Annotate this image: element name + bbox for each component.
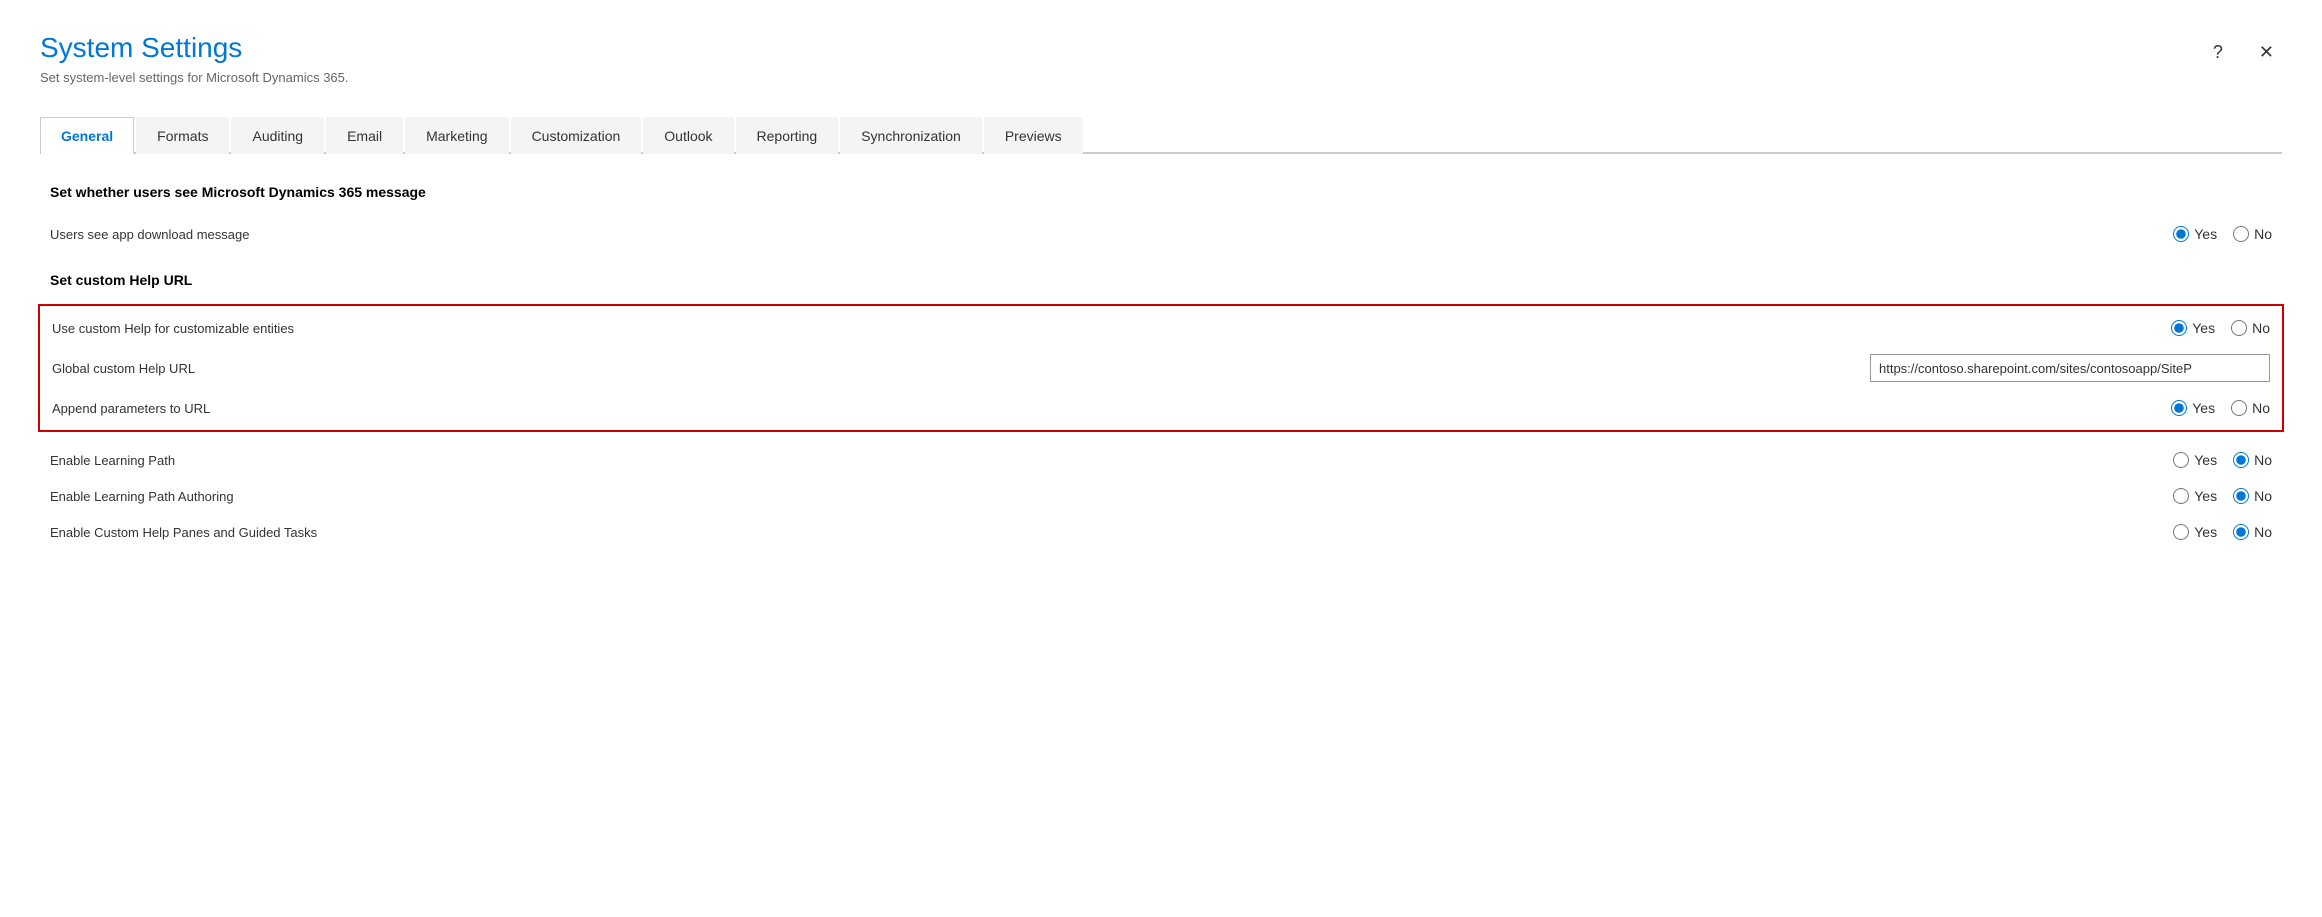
custom-help-entities-yes-option[interactable]: Yes [2171, 320, 2215, 336]
tab-synchronization[interactable]: Synchronization [840, 117, 982, 154]
custom-help-entities-yes-label: Yes [2192, 320, 2215, 336]
highlighted-settings-group: Use custom Help for customizable entitie… [38, 304, 2284, 432]
append-parameters-no-option[interactable]: No [2231, 400, 2270, 416]
tab-formats[interactable]: Formats [136, 117, 229, 154]
content-area: Set whether users see Microsoft Dynamics… [40, 184, 2282, 550]
learning-path-no-radio[interactable] [2233, 452, 2249, 468]
app-download-no-radio[interactable] [2233, 226, 2249, 242]
global-help-url-row: Global custom Help URL [52, 346, 2270, 390]
append-parameters-yes-radio[interactable] [2171, 400, 2187, 416]
custom-help-section: Set custom Help URL Use custom Help for … [50, 272, 2272, 432]
app-download-no-label: No [2254, 226, 2272, 242]
dialog-controls: ? ✕ [2205, 32, 2282, 67]
custom-help-entities-no-radio[interactable] [2231, 320, 2247, 336]
tab-auditing[interactable]: Auditing [231, 117, 324, 154]
dialog-title: System Settings [40, 32, 349, 64]
system-settings-dialog: System Settings Set system-level setting… [0, 0, 2322, 917]
tab-outlook[interactable]: Outlook [643, 117, 733, 154]
app-download-yes-label: Yes [2194, 226, 2217, 242]
help-button[interactable]: ? [2205, 38, 2231, 67]
learning-path-authoring-yes-option[interactable]: Yes [2173, 488, 2217, 504]
tab-previews[interactable]: Previews [984, 117, 1083, 154]
learning-path-authoring-yes-radio[interactable] [2173, 488, 2189, 504]
enable-learning-path-control: Yes No [1992, 452, 2272, 468]
dynamics-message-section: Set whether users see Microsoft Dynamics… [50, 184, 2272, 252]
custom-help-panes-radio-group: Yes No [2173, 524, 2272, 540]
append-parameters-yes-option[interactable]: Yes [2171, 400, 2215, 416]
append-parameters-control: Yes No [1990, 400, 2270, 416]
tab-general[interactable]: General [40, 117, 134, 154]
enable-learning-path-label: Enable Learning Path [50, 453, 1992, 468]
append-parameters-row: Append parameters to URL Yes No [52, 390, 2270, 426]
custom-help-panes-yes-radio[interactable] [2173, 524, 2189, 540]
custom-help-entities-control: Yes No [1990, 320, 2270, 336]
tabs-container: General Formats Auditing Email Marketing… [40, 115, 2282, 154]
append-parameters-no-label: No [2252, 400, 2270, 416]
enable-custom-help-panes-control: Yes No [1992, 524, 2272, 540]
append-parameters-yes-label: Yes [2192, 400, 2215, 416]
append-parameters-label: Append parameters to URL [52, 401, 1990, 416]
custom-help-entities-label: Use custom Help for customizable entitie… [52, 321, 1990, 336]
custom-help-panes-yes-option[interactable]: Yes [2173, 524, 2217, 540]
global-help-url-input[interactable] [1870, 354, 2270, 382]
app-download-radio-group: Yes No [2173, 226, 2272, 242]
dynamics-message-heading: Set whether users see Microsoft Dynamics… [50, 184, 2272, 200]
learning-path-no-label: No [2254, 452, 2272, 468]
custom-help-panes-yes-label: Yes [2194, 524, 2217, 540]
learning-path-authoring-no-option[interactable]: No [2233, 488, 2272, 504]
enable-learning-path-authoring-row: Enable Learning Path Authoring Yes No [50, 478, 2272, 514]
learning-path-authoring-radio-group: Yes No [2173, 488, 2272, 504]
app-download-yes-radio[interactable] [2173, 226, 2189, 242]
learning-path-section: Enable Learning Path Yes No [50, 442, 2272, 550]
app-download-message-label: Users see app download message [50, 227, 1992, 242]
custom-help-heading: Set custom Help URL [50, 272, 2272, 288]
custom-help-entities-no-option[interactable]: No [2231, 320, 2270, 336]
custom-help-panes-no-option[interactable]: No [2233, 524, 2272, 540]
custom-help-panes-no-label: No [2254, 524, 2272, 540]
global-help-url-control [1870, 354, 2270, 382]
tab-email[interactable]: Email [326, 117, 403, 154]
enable-learning-path-row: Enable Learning Path Yes No [50, 442, 2272, 478]
append-parameters-radio-group: Yes No [2171, 400, 2270, 416]
close-button[interactable]: ✕ [2251, 38, 2282, 67]
dialog-header: System Settings Set system-level setting… [40, 32, 2282, 85]
enable-learning-path-radio-group: Yes No [2173, 452, 2272, 468]
append-parameters-no-radio[interactable] [2231, 400, 2247, 416]
enable-learning-path-authoring-label: Enable Learning Path Authoring [50, 489, 1992, 504]
learning-path-yes-option[interactable]: Yes [2173, 452, 2217, 468]
custom-help-entities-yes-radio[interactable] [2171, 320, 2187, 336]
learning-path-no-option[interactable]: No [2233, 452, 2272, 468]
learning-path-yes-label: Yes [2194, 452, 2217, 468]
custom-help-entities-no-label: No [2252, 320, 2270, 336]
learning-path-authoring-yes-label: Yes [2194, 488, 2217, 504]
title-section: System Settings Set system-level setting… [40, 32, 349, 85]
tab-customization[interactable]: Customization [511, 117, 642, 154]
tab-marketing[interactable]: Marketing [405, 117, 508, 154]
app-download-yes-option[interactable]: Yes [2173, 226, 2217, 242]
app-download-message-row: Users see app download message Yes No [50, 216, 2272, 252]
custom-help-panes-no-radio[interactable] [2233, 524, 2249, 540]
custom-help-entities-radio-group: Yes No [2171, 320, 2270, 336]
enable-custom-help-panes-label: Enable Custom Help Panes and Guided Task… [50, 525, 1992, 540]
dialog-subtitle: Set system-level settings for Microsoft … [40, 70, 349, 85]
app-download-message-control: Yes No [1992, 226, 2272, 242]
learning-path-authoring-no-label: No [2254, 488, 2272, 504]
enable-learning-path-authoring-control: Yes No [1992, 488, 2272, 504]
global-help-url-label: Global custom Help URL [52, 361, 1870, 376]
app-download-no-option[interactable]: No [2233, 226, 2272, 242]
learning-path-authoring-no-radio[interactable] [2233, 488, 2249, 504]
enable-custom-help-panes-row: Enable Custom Help Panes and Guided Task… [50, 514, 2272, 550]
learning-path-yes-radio[interactable] [2173, 452, 2189, 468]
tab-reporting[interactable]: Reporting [736, 117, 839, 154]
custom-help-entities-row: Use custom Help for customizable entitie… [52, 310, 2270, 346]
